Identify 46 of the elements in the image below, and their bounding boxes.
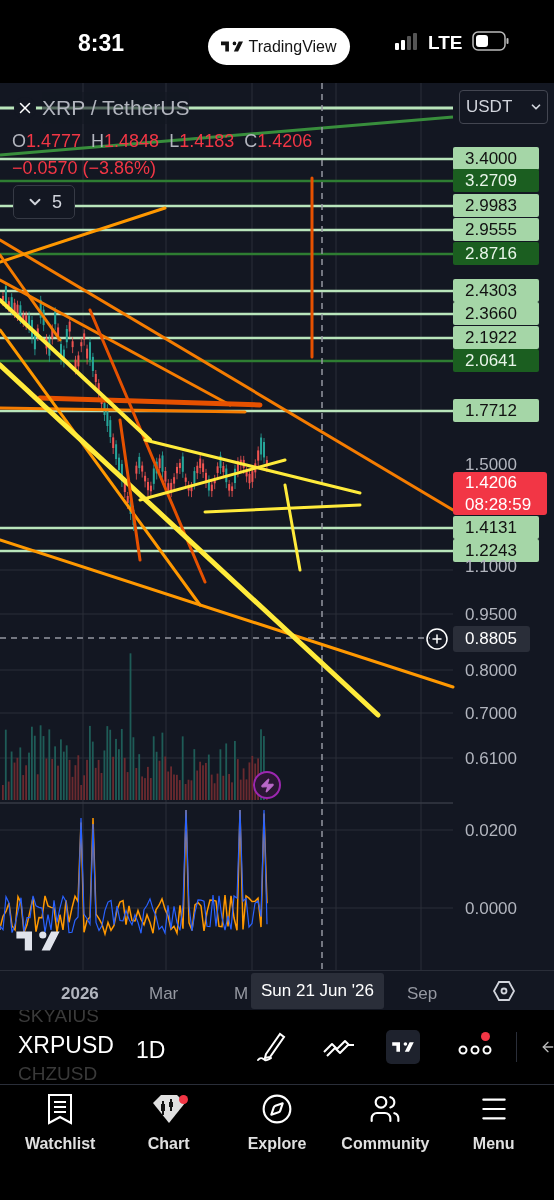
interval-button[interactable]: 1D [136,1033,166,1068]
price-label: 2.9555 [453,218,539,241]
nav-tab[interactable]: Menu [441,1092,546,1200]
symbol-picker-item[interactable]: XRPUSD [18,1032,114,1058]
price-label: 2.1922 [453,326,539,349]
ohlc-value: 1.4777 [26,130,82,153]
price-label: 2.0641 [453,349,539,372]
ohlc-value: 1.4183 [179,130,235,153]
price-label: 2.4303 [453,279,539,302]
price-change: −0.0570 (−3.86%) [12,157,157,180]
app-name: TradingView [248,36,337,57]
price-label: 2.3660 [453,302,539,325]
price-axis-label: 0.0200 [464,819,518,842]
clock: 8:31 [78,29,125,58]
ohlc-label: H [91,130,105,153]
network-type: LTE [428,31,463,55]
nav-tab[interactable]: Watchlist [8,1092,113,1200]
ohlc-value: 1.4206 [257,130,313,153]
time-axis-label: M [234,983,249,1005]
price-label: 2.8716 [453,242,539,265]
ohlc-label: C [244,130,258,153]
price-axis-label: 0.0000 [464,897,518,920]
nav-tab[interactable]: Chart [116,1092,221,1200]
price-label: 3.2709 [453,169,539,192]
nav-tab[interactable]: Explore [224,1092,329,1200]
indicators-toggle[interactable]: 5 [13,185,75,219]
crosshair-price-label: 0.8805 [453,626,530,652]
ohlc-label: O [12,130,26,153]
time-axis-label: Mar [149,983,179,1005]
time-axis-label: Sep [407,983,438,1005]
price-axis-label: 0.7000 [464,702,518,725]
currency-dropdown[interactable]: USDT [459,90,548,124]
price-axis-label: 0.9500 [464,603,518,626]
ohlc-value: 1.4848 [104,130,160,153]
crosshair-date-label: Sun 21 Jun '26 [251,973,384,1009]
price-label: 3.4000 [453,147,539,170]
price-label: 2.9983 [453,194,539,217]
time-axis-label: 2026 [61,983,99,1005]
price-label: 1.4131 [453,516,539,539]
bar-countdown: 08:28:59 [465,493,533,516]
nav-tab[interactable]: Community [333,1092,438,1200]
price-label: 1.7712 [453,399,539,422]
price-axis-label: 0.8000 [464,659,518,682]
price-axis-label: 0.6100 [464,747,518,770]
price-label: 1.2243 [453,539,539,562]
symbol-title: XRP / TetherUS [42,92,190,124]
